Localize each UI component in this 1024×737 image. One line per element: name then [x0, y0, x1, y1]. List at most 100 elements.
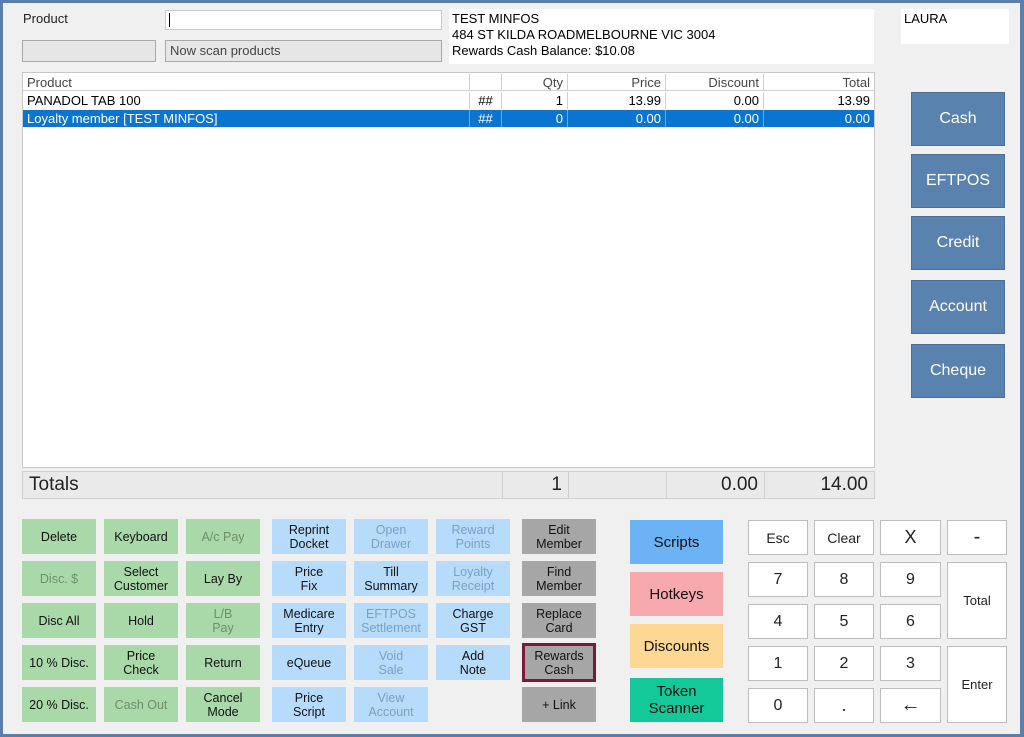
- row-qty: 1: [502, 92, 568, 109]
- key-1[interactable]: 1: [748, 646, 808, 681]
- key-4[interactable]: 4: [748, 604, 808, 639]
- key-2[interactable]: 2: [814, 646, 874, 681]
- disc-dollar-button[interactable]: Disc. $: [22, 561, 96, 596]
- price-fix-button[interactable]: Price Fix: [272, 561, 346, 596]
- row-price: 0.00: [568, 110, 666, 127]
- key-8[interactable]: 8: [814, 562, 874, 597]
- credit-button[interactable]: Credit: [911, 216, 1005, 270]
- token-scanner-button[interactable]: Token Scanner: [630, 678, 723, 722]
- totals-bar: Totals 1 0.00 14.00: [22, 471, 875, 499]
- reward-points-button[interactable]: Reward Points: [436, 519, 510, 554]
- key-3[interactable]: 3: [880, 646, 941, 681]
- backspace-arrow-icon: ←: [900, 694, 921, 716]
- rewards-cash-button[interactable]: Rewards Cash: [522, 643, 596, 682]
- ac-pay-button[interactable]: A/c Pay: [186, 519, 260, 554]
- text-cursor: [169, 13, 170, 27]
- charge-gst-button[interactable]: Charge GST: [436, 603, 510, 638]
- account-button[interactable]: Account: [911, 280, 1005, 334]
- void-sale-button[interactable]: Void Sale: [354, 645, 428, 680]
- total-key[interactable]: Total: [947, 562, 1007, 639]
- col-qty: Qty: [502, 74, 568, 91]
- customer-name: TEST MINFOS: [452, 11, 540, 26]
- row-product: PANADOL TAB 100: [23, 92, 470, 109]
- lay-by-button[interactable]: Lay By: [186, 561, 260, 596]
- totals-price: [569, 472, 667, 498]
- edit-member-button[interactable]: Edit Member: [522, 519, 596, 554]
- loyalty-receipt-button[interactable]: Loyalty Receipt: [436, 561, 510, 596]
- price-script-button[interactable]: Price Script: [272, 687, 346, 722]
- price-check-button[interactable]: Price Check: [104, 645, 178, 680]
- totals-discount: 0.00: [667, 472, 765, 498]
- table-row-selected[interactable]: Loyalty member [TEST MINFOS] ## 0 0.00 0…: [23, 110, 874, 127]
- lb-pay-button[interactable]: L/B Pay: [186, 603, 260, 638]
- customer-address: 484 ST KILDA ROADMELBOURNE VIC 3004: [452, 27, 716, 42]
- col-total: Total: [764, 74, 874, 91]
- medicare-entry-button[interactable]: Medicare Entry: [272, 603, 346, 638]
- select-customer-button[interactable]: Select Customer: [104, 561, 178, 596]
- cash-out-button[interactable]: Cash Out: [104, 687, 178, 722]
- key-6[interactable]: 6: [880, 604, 941, 639]
- disc-10-button[interactable]: 10 % Disc.: [22, 645, 96, 680]
- product-input[interactable]: [165, 10, 442, 30]
- key-5[interactable]: 5: [814, 604, 874, 639]
- totals-label: Totals: [23, 472, 503, 498]
- eftpos-settlement-button[interactable]: EFTPOS Settlement: [354, 603, 428, 638]
- key-0[interactable]: 0: [748, 688, 808, 723]
- keyboard-button[interactable]: Keyboard: [104, 519, 178, 554]
- return-button[interactable]: Return: [186, 645, 260, 680]
- row-product: Loyalty member [TEST MINFOS]: [23, 110, 470, 127]
- hotkeys-button[interactable]: Hotkeys: [630, 572, 723, 616]
- reprint-docket-button[interactable]: Reprint Docket: [272, 519, 346, 554]
- key-7[interactable]: 7: [748, 562, 808, 597]
- col-mark: [470, 74, 502, 91]
- cancel-mode-button[interactable]: Cancel Mode: [186, 687, 260, 722]
- delete-button[interactable]: Delete: [22, 519, 96, 554]
- row-discount: 0.00: [666, 92, 764, 109]
- key-9[interactable]: 9: [880, 562, 941, 597]
- backspace-key[interactable]: ←: [880, 688, 941, 723]
- col-discount: Discount: [666, 74, 764, 91]
- clear-key[interactable]: Clear: [814, 520, 874, 555]
- disc-20-button[interactable]: 20 % Disc.: [22, 687, 96, 722]
- col-product: Product: [23, 74, 470, 91]
- row-total: 13.99: [837, 93, 870, 108]
- esc-key[interactable]: Esc: [748, 520, 808, 555]
- open-drawer-button[interactable]: Open Drawer: [354, 519, 428, 554]
- grid-header: Product Qty Price Discount Total: [23, 74, 874, 91]
- totals-total: 14.00: [820, 474, 868, 495]
- scripts-button[interactable]: Scripts: [630, 520, 723, 564]
- table-row[interactable]: PANADOL TAB 100 ## 1 13.99 0.00 13.99: [23, 92, 874, 109]
- multiply-key[interactable]: X: [880, 520, 941, 555]
- rewards-balance: Rewards Cash Balance: $10.08: [452, 43, 635, 58]
- link-button[interactable]: + Link: [522, 687, 596, 722]
- row-discount: 0.00: [666, 110, 764, 127]
- equeue-button[interactable]: eQueue: [272, 645, 346, 680]
- col-price: Price: [568, 74, 666, 91]
- row-price: 13.99: [568, 92, 666, 109]
- hold-button[interactable]: Hold: [104, 603, 178, 638]
- decimal-key[interactable]: .: [814, 688, 874, 723]
- row-mark: ##: [470, 110, 502, 127]
- disc-all-button[interactable]: Disc All: [22, 603, 96, 638]
- row-mark: ##: [470, 92, 502, 109]
- cash-button[interactable]: Cash: [911, 92, 1005, 146]
- sale-items-grid[interactable]: Product Qty Price Discount Total PANADOL…: [22, 72, 875, 468]
- eftpos-button[interactable]: EFTPOS: [911, 154, 1005, 208]
- customer-info: TEST MINFOS 484 ST KILDA ROADMELBOURNE V…: [449, 9, 874, 64]
- status-message: Now scan products: [165, 40, 442, 62]
- minus-key[interactable]: -: [947, 520, 1007, 555]
- enter-key[interactable]: Enter: [947, 646, 1007, 723]
- totals-qty: 1: [503, 472, 569, 498]
- row-total: 0.00: [844, 111, 870, 126]
- view-account-button[interactable]: View Account: [354, 687, 428, 722]
- row-qty: 0: [502, 110, 568, 127]
- find-member-button[interactable]: Find Member: [522, 561, 596, 596]
- pos-window: Product Now scan products TEST MINFOS 48…: [3, 3, 1020, 734]
- replace-card-button[interactable]: Replace Card: [522, 603, 596, 638]
- discounts-button[interactable]: Discounts: [630, 624, 723, 668]
- till-summary-button[interactable]: Till Summary: [354, 561, 428, 596]
- product-label: Product: [23, 11, 68, 26]
- add-note-button[interactable]: Add Note: [436, 645, 510, 680]
- quantity-field: [22, 40, 156, 62]
- cheque-button[interactable]: Cheque: [911, 344, 1005, 398]
